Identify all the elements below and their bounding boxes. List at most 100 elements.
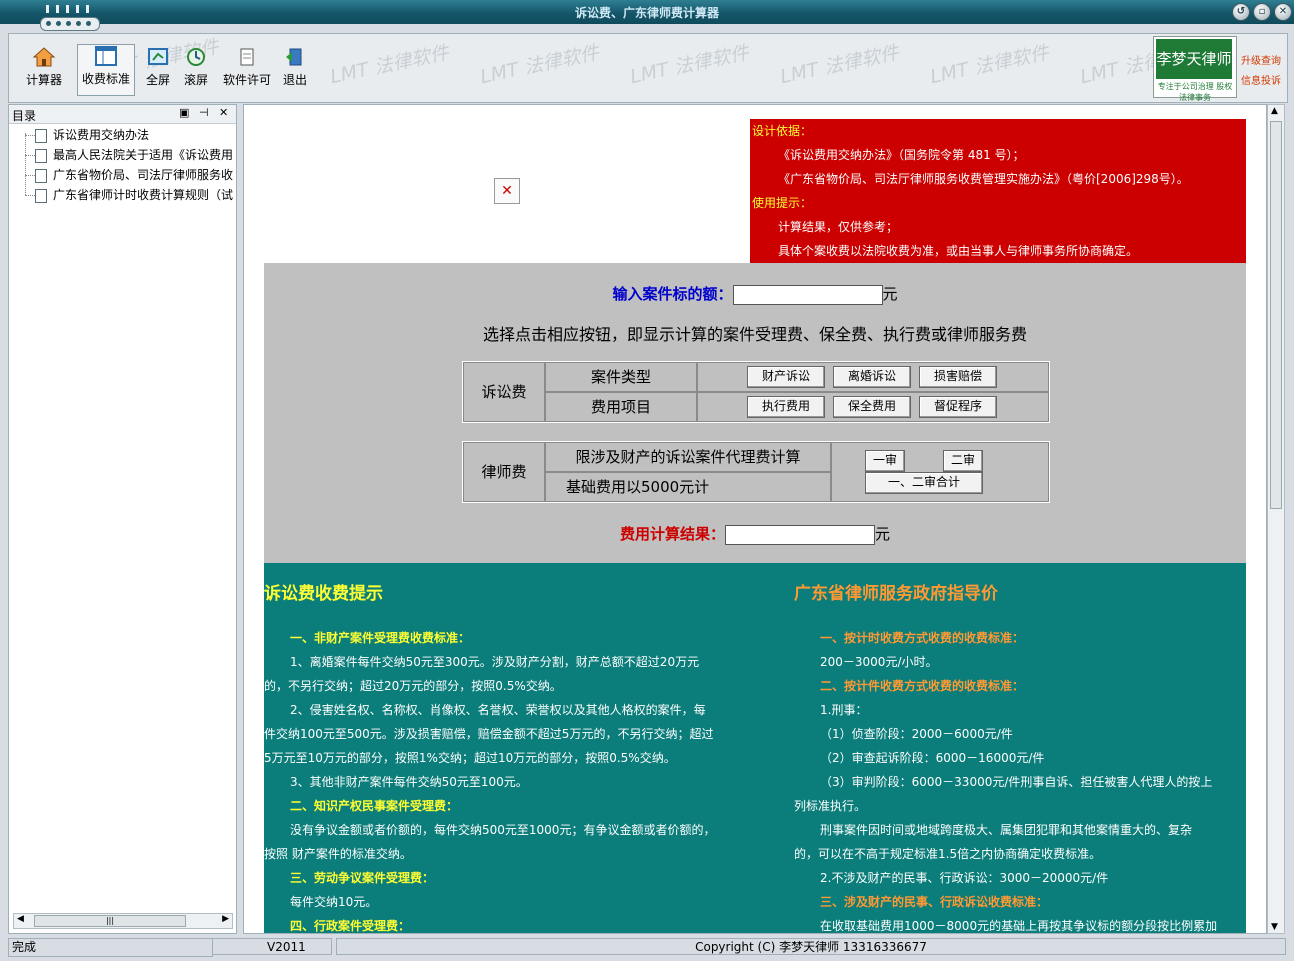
amount-unit: 元 [882,285,898,303]
license-button[interactable]: 软件许可 [217,46,277,94]
title-bar: 诉讼费、广东律师费计算器 ↺ ▫ ✕ [0,0,1294,31]
restore-button[interactable]: ↺ [1232,3,1250,21]
horizontal-scrollbar[interactable]: ◀ ||| ▶ [13,913,233,929]
vertical-scrollbar-thumb[interactable] [1270,121,1282,509]
sidebar-item-label: 诉讼费用交纳办法 [53,128,150,142]
brand-logo[interactable]: 李梦天律师 专注于公司治理 股权法律事务 [1153,36,1237,102]
litigation-group-label: 诉讼费 [463,362,545,422]
tips-title: 使用提示： [752,196,813,210]
info-line: 2.不涉及财产的民事、行政诉讼：3000－20000元/件 [820,871,1109,885]
copyright-text: Copyright (C) 李梦天律师 13316336677 [336,938,1286,955]
info-line: 每件交纳10元。 [290,895,378,909]
info-line: 二、知识产权民事案件受理费： [290,799,459,813]
basis-title: 设计依据： [752,124,813,138]
info-line: 1、离婚案件每件交纳50元至300元。涉及财产分割，财产总额不超过20万元 [290,655,700,669]
lawyer-fee-table: 律师费 限涉及财产的诉讼案件代理费计算 基础费用以5000元计 一审 二审 一、… [462,441,1050,503]
catalog-panel: 目录 ▣ ⊣ ✕ 诉讼费用交纳办法 最高人民法院关于适用《诉讼费用 广东省物价局… [8,104,237,934]
window-layout-icon [95,46,117,66]
lawyer-group-label: 律师费 [463,442,545,502]
content-view: ✕ 设计依据： 《诉讼费用交纳办法》（国务院令第 481 号）； 《广东省物价局… [243,104,1267,934]
damages-button[interactable]: 损害赔偿 [919,366,997,388]
property-litigation-button[interactable]: 财产诉讼 [747,366,825,388]
scroll-button[interactable]: 滚屏 [173,46,219,94]
amount-label: 输入案件标的额： [612,285,733,303]
result-output[interactable] [725,524,875,545]
litigation-tips-title: 诉讼费收费提示 [264,584,383,604]
exit-button-label: 退出 [282,73,307,87]
tree-connector [25,135,35,136]
catalog-title: 目录 [12,109,37,123]
status-bar: 完成 V2011 Copyright (C) 李梦天律师 13316336677 [0,936,1294,961]
second-trial-button[interactable]: 二审 [943,450,983,472]
scroll-down-icon[interactable]: ▼ [1271,922,1278,932]
document-icon [35,128,47,143]
divorce-litigation-button[interactable]: 离婚诉讼 [833,366,911,388]
exit-icon [286,48,302,66]
vertical-scrollbar[interactable]: ▲ ▼ [1267,104,1285,934]
tree-connector [25,175,35,176]
combined-trial-button[interactable]: 一、二审合计 [865,472,983,494]
info-line: 三、涉及财产的民事、行政诉讼收费标准： [820,895,1049,909]
info-line: 200－3000元/小时。 [820,655,938,669]
close-button[interactable]: ✕ [1274,3,1292,21]
calculator-panel: 输入案件标的额： 元 选择点击相应按钮，即显示计算的案件受理费、保全费、执行费或律… [264,263,1246,563]
sidebar-item-guangdong-price[interactable]: 广东省物价局、司法厅律师服务收 [35,166,235,184]
sidebar-item-label: 广东省物价局、司法厅律师服务收 [53,168,234,182]
sidebar-item-hourly-rules[interactable]: 广东省律师计时收费计算规则（试 [35,186,235,204]
info-line: 列标准执行。 [794,799,867,813]
scroll-left-icon[interactable]: ◀ [17,914,24,924]
watermark: LMT 法律软件 [778,41,901,89]
result-unit: 元 [875,525,891,543]
panel-menu-icon[interactable]: ▣ [179,106,189,119]
info-line: 一、非财产案件受理费收费标准： [290,631,471,645]
watermark: LMT 法律软件 [478,41,601,89]
watermark: LMT 法律软件 [928,41,1051,89]
complaint-link[interactable]: 信息投诉 [1241,72,1281,92]
scroll-right-icon[interactable]: ▶ [222,914,229,924]
info-line: 按照 财产案件的标准交纳。 [264,847,412,861]
license-button-label: 软件许可 [222,73,271,87]
info-line: 一、按计时收费方式收费的收费标准： [820,631,1025,645]
tips-line: 具体个案收费以法院收费为准，或由当事人与律师事务所协商确定。 [778,244,1139,258]
fullscreen-icon [148,48,168,65]
payment-order-button[interactable]: 督促程序 [919,396,997,418]
info-line: 三、劳动争议案件受理费： [290,871,435,885]
watermark: LMT 法律软件 [328,41,451,89]
panel-close-icon[interactable]: ✕ [219,106,228,119]
info-line: 2、侵害姓名权、名称权、肖像权、名誉权、荣誉权以及其他人格权的案件，每 [290,703,706,717]
brand-name: 李梦天律师 [1156,39,1232,79]
info-line: 四、行政案件受理费： [290,919,411,933]
amount-input[interactable] [732,284,883,305]
exit-button[interactable]: 退出 [272,46,318,94]
basis-line: 《诉讼费用交纳办法》（国务院令第 481 号）； [778,148,1025,162]
sidebar-item-supreme-court[interactable]: 最高人民法院关于适用《诉讼费用 [35,146,235,164]
info-line: 1.刑事： [820,703,868,717]
scroll-up-icon[interactable]: ▲ [1271,106,1278,116]
brand-side-links[interactable]: 升级查询 信息投诉 [1241,52,1281,92]
preservation-fee-button[interactable]: 保全费用 [833,396,911,418]
case-type-label: 案件类型 [545,362,697,392]
proxy-fee-label: 限涉及财产的诉讼案件代理费计算 [545,442,831,472]
base-fee-label: 基础费用以5000元计 [545,472,831,502]
upgrade-link[interactable]: 升级查询 [1241,52,1281,72]
sidebar-item-fee-measures[interactable]: 诉讼费用交纳办法 [35,126,235,144]
execution-fee-button[interactable]: 执行费用 [747,396,825,418]
first-trial-button[interactable]: 一审 [865,450,905,472]
info-line: 件交纳100元至500元。涉及损害赔偿，赔偿金额不超过5万元的，不另行交纳；超过 [264,727,714,741]
instruction-text: 选择点击相应按钮，即显示计算的案件受理费、保全费、执行费或律师服务费 [482,325,1027,344]
refresh-icon [187,48,205,66]
info-line: 刑事案件因时间或地域跨度极大、属集团犯罪和其他案情重大的、复杂 [820,823,1193,837]
fee-standard-button[interactable]: 收费标准 [77,44,135,96]
info-line: （1）侦查阶段：2000－6000元/件 [820,727,1013,741]
minimize-button[interactable]: ▫ [1253,3,1271,21]
pin-icon[interactable]: ⊣ [199,106,209,119]
tips-line: 计算结果，仅供参考； [778,220,899,234]
calculator-button[interactable]: 计算器 [19,46,69,94]
brand-subtitle: 专注于公司治理 股权法律事务 [1157,82,1233,102]
home-icon [32,47,56,67]
watermark: LMT 法律软件 [628,41,751,89]
scrollbar-thumb[interactable]: ||| [34,915,186,927]
info-line: （2）审查起诉阶段：6000－16000元/件 [820,751,1045,765]
status-text: 完成 [8,938,213,957]
sidebar-item-label: 最高人民法院关于适用《诉讼费用 [53,148,234,162]
